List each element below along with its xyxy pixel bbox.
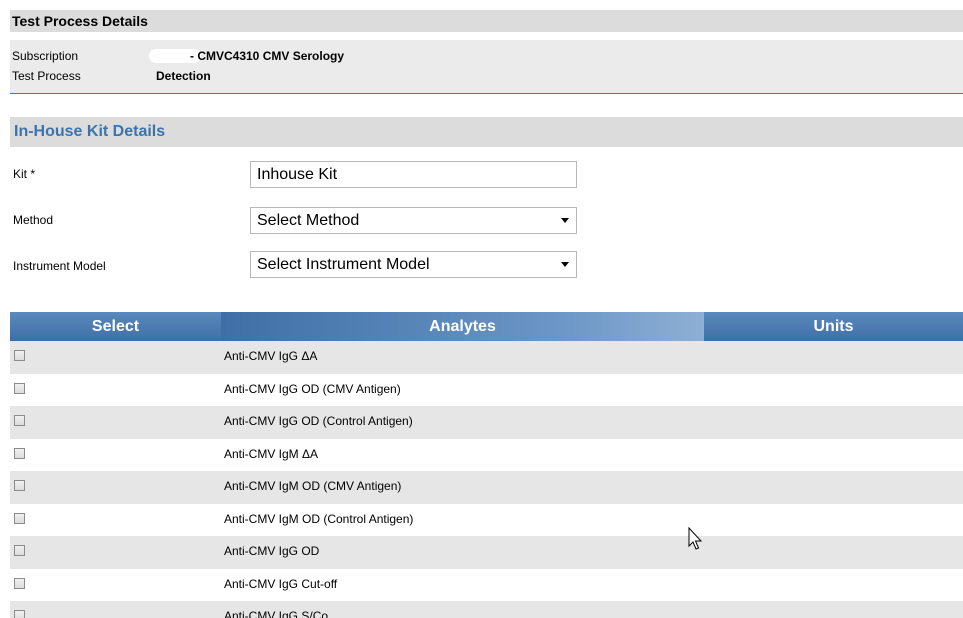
instrument-model-select[interactable]: Select Instrument Model [250, 251, 577, 278]
kit-input[interactable] [250, 161, 577, 188]
table-row: Anti-CMV IgG OD (Control Antigen) [10, 406, 963, 439]
row-checkbox[interactable] [14, 610, 25, 618]
instrument-model-select-value: Select Instrument Model [257, 256, 430, 273]
row-checkbox[interactable] [14, 545, 25, 556]
table-row: Anti-CMV IgG OD (CMV Antigen) [10, 374, 963, 407]
row-checkbox[interactable] [14, 447, 25, 459]
row-checkbox[interactable] [14, 382, 25, 394]
analyte-name: Anti-CMV IgG ΔA [224, 349, 318, 363]
test-process-header: Test Process Details [10, 10, 963, 32]
table-row: Anti-CMV IgG Cut-off [10, 569, 963, 602]
analyte-name: Anti-CMV IgG OD (CMV Antigen) [224, 381, 401, 396]
mouse-cursor-icon [688, 527, 703, 550]
kit-details-header: In-House Kit Details [10, 117, 963, 147]
row-checkbox[interactable] [14, 577, 25, 589]
instrument-model-label: Instrument Model [13, 259, 106, 273]
table-row: Anti-CMV IgG ΔA [10, 341, 963, 374]
chevron-down-icon [561, 262, 569, 267]
kit-label: Kit * [13, 167, 36, 181]
analyte-name: Anti-CMV IgG S/Co [224, 609, 329, 618]
table-row: Anti-CMV IgG S/Co [10, 601, 963, 618]
subscription-value: - CMVC4310 CMV Serology [190, 49, 345, 63]
analyte-name: Anti-CMV IgM OD (CMV Antigen) [224, 479, 402, 493]
column-header-units[interactable]: Units [704, 312, 963, 341]
column-header-analytes[interactable]: Analytes [221, 312, 704, 341]
method-select-value: Select Method [257, 212, 360, 229]
analyte-name: Anti-CMV IgG OD (Control Antigen) [224, 414, 413, 428]
analytes-table-header: Select Analytes Units [10, 312, 963, 341]
row-checkbox[interactable] [14, 415, 25, 426]
table-row: Anti-CMV IgM OD (Control Antigen) [10, 504, 963, 537]
table-row: Anti-CMV IgM ΔA [10, 439, 963, 472]
method-label: Method [13, 213, 54, 227]
row-checkbox[interactable] [14, 350, 25, 361]
test-process-value: Detection [156, 69, 211, 83]
analyte-name: Anti-CMV IgM OD (Control Antigen) [224, 511, 414, 526]
subscription-label: Subscription [12, 49, 79, 63]
chevron-down-icon [561, 218, 569, 223]
analyte-name: Anti-CMV IgM ΔA [224, 446, 319, 461]
row-checkbox[interactable] [14, 512, 25, 524]
analyte-name: Anti-CMV IgG Cut-off [224, 576, 338, 591]
table-row: Anti-CMV IgM OD (CMV Antigen) [10, 471, 963, 504]
analyte-name: Anti-CMV IgG OD [224, 544, 320, 558]
method-select[interactable]: Select Method [250, 207, 577, 234]
test-process-panel: Subscription - CMVC4310 CMV Serology Tes… [10, 40, 963, 94]
analytes-table-body: Anti-CMV IgG ΔA Anti-CMV IgG OD (CMV Ant… [10, 341, 963, 618]
table-row: Anti-CMV IgG OD [10, 536, 963, 569]
column-header-select[interactable]: Select [10, 312, 221, 341]
row-checkbox[interactable] [14, 480, 25, 491]
test-process-label: Test Process [12, 69, 81, 83]
